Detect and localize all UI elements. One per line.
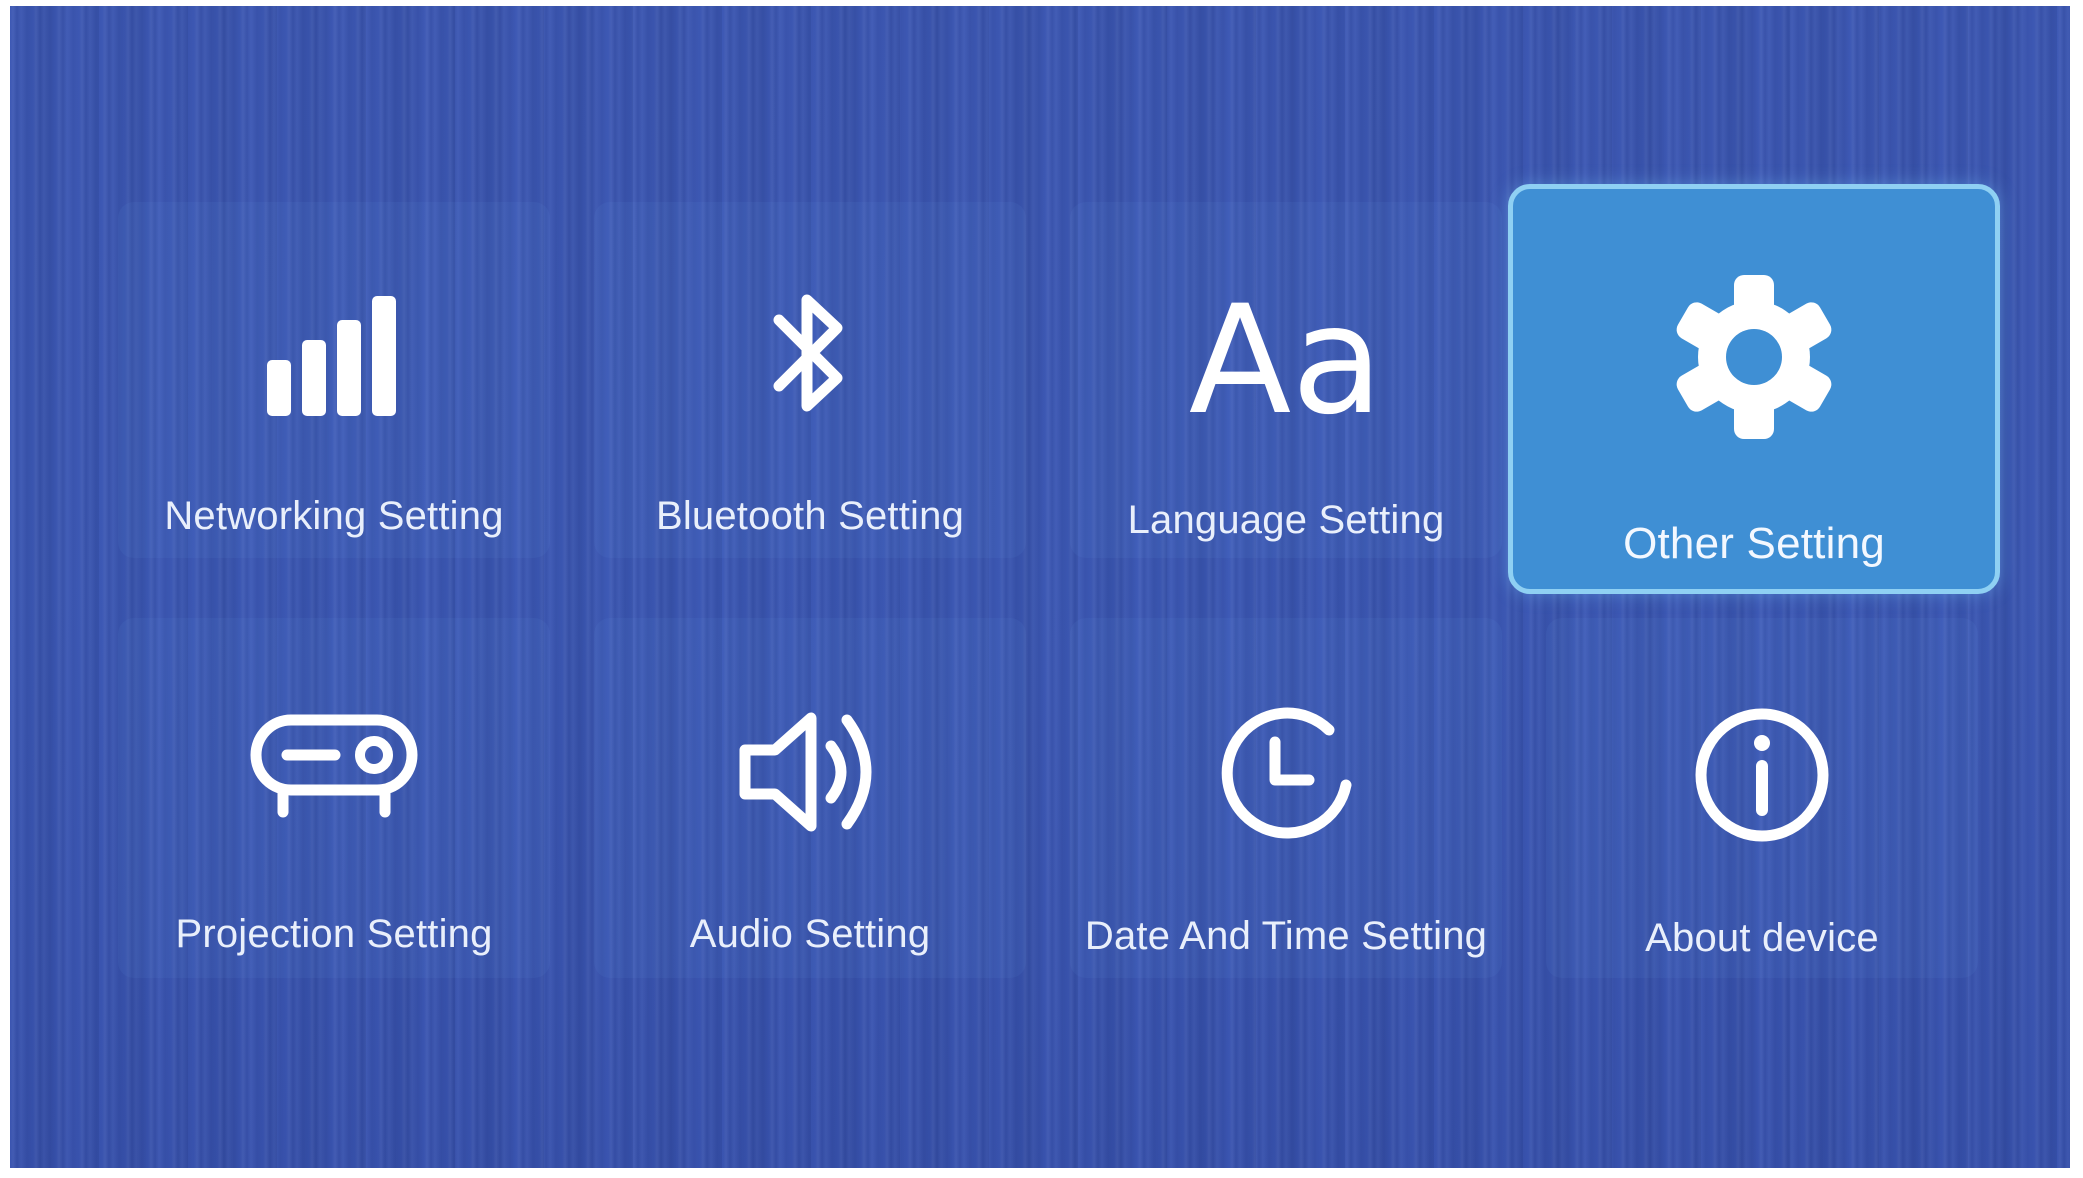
bluetooth-setting-tile[interactable]: Bluetooth Setting xyxy=(594,202,1026,558)
font-aa-text: Aa xyxy=(1189,274,1384,424)
info-icon xyxy=(1546,700,1978,850)
language-setting-label: Language Setting xyxy=(1127,498,1445,542)
other-setting-tile[interactable]: Other Setting xyxy=(1508,184,2000,594)
projector-icon xyxy=(118,710,550,820)
date-and-time-setting-label: Date And Time Setting xyxy=(1084,914,1488,958)
other-setting-label: Other Setting xyxy=(1623,519,1885,568)
gear-icon xyxy=(1513,267,1995,447)
audio-setting-tile[interactable]: Audio Setting xyxy=(594,618,1026,978)
speaker-icon xyxy=(594,702,1026,842)
clock-icon xyxy=(1070,700,1502,850)
audio-setting-label: Audio Setting xyxy=(689,912,931,956)
about-device-label: About device xyxy=(1645,916,1879,960)
projection-setting-label: Projection Setting xyxy=(175,912,493,956)
bluetooth-setting-label: Bluetooth Setting xyxy=(655,494,965,538)
networking-setting-tile[interactable]: Networking Setting xyxy=(118,202,550,558)
font-aa-icon: Aa xyxy=(1070,274,1502,424)
signal-bars-icon xyxy=(118,290,550,420)
settings-screen: Networking Setting Bluetooth Setting Aa … xyxy=(10,6,2070,1168)
language-setting-tile[interactable]: Aa Language Setting xyxy=(1070,202,1502,558)
about-device-tile[interactable]: About device xyxy=(1546,618,1978,978)
projection-setting-tile[interactable]: Projection Setting xyxy=(118,618,550,978)
bluetooth-icon xyxy=(594,280,1026,426)
networking-setting-label: Networking Setting xyxy=(164,494,504,538)
date-and-time-setting-tile[interactable]: Date And Time Setting xyxy=(1070,618,1502,978)
